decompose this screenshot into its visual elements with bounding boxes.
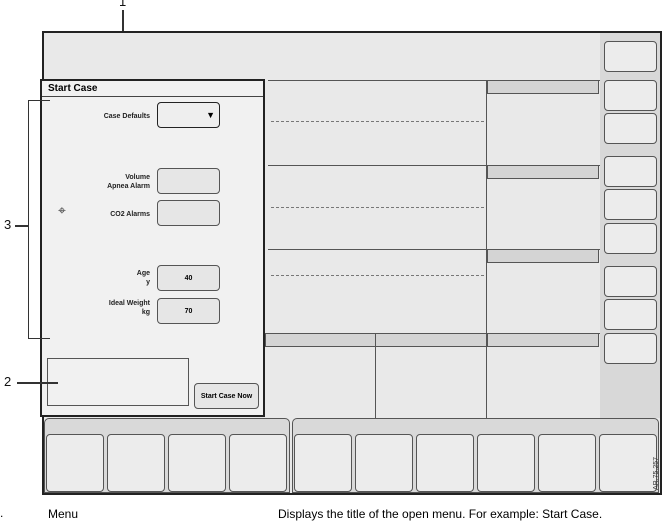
- bottom-button[interactable]: [46, 434, 104, 492]
- waveform-baseline: [271, 121, 484, 122]
- side-button[interactable]: [604, 266, 657, 297]
- caption-description: Displays the title of the open menu. For…: [278, 507, 603, 521]
- volume-apnea-label: Volume Apnea Alarm: [107, 174, 150, 190]
- bottom-button[interactable]: [229, 434, 287, 492]
- value-panel-header: [487, 249, 599, 263]
- weight-label: Ideal Weight kg: [50, 299, 150, 317]
- age-field[interactable]: 40: [157, 265, 220, 291]
- waveform-baseline: [271, 275, 484, 276]
- age-unit: y: [146, 279, 150, 286]
- volume-apnea-field[interactable]: [157, 168, 220, 194]
- chevron-down-icon: ▼: [206, 110, 215, 120]
- co2-alarms-label: CO2 Alarms: [110, 211, 150, 218]
- side-button[interactable]: [604, 223, 657, 254]
- waveform-baseline: [271, 207, 484, 208]
- value-panel-header: [487, 80, 599, 94]
- co2-alarms-field[interactable]: [157, 200, 220, 226]
- weight-unit: kg: [141, 309, 150, 316]
- message-area: [47, 358, 189, 406]
- bottom-button[interactable]: [477, 434, 535, 492]
- value-panel-header: [487, 165, 599, 179]
- bottom-panel-header: [265, 333, 376, 347]
- callout-3-bracket: [28, 100, 50, 339]
- case-defaults-dropdown[interactable]: ▼: [157, 102, 220, 128]
- bottom-button[interactable]: [294, 434, 352, 492]
- age-label-text: Age: [136, 270, 150, 277]
- callout-2-line: [17, 382, 58, 384]
- side-button[interactable]: [604, 156, 657, 187]
- menu-title: Start Case: [42, 81, 263, 97]
- bottom-button[interactable]: [355, 434, 413, 492]
- bottom-button[interactable]: [416, 434, 474, 492]
- bottom-button[interactable]: [599, 434, 657, 492]
- callout-1: 1: [119, 0, 127, 9]
- start-case-now-button[interactable]: Start Case Now: [194, 383, 259, 409]
- figure-id: AR.75.257: [653, 456, 661, 491]
- callout-3-line: [15, 225, 28, 227]
- bottom-panel-header: [375, 333, 487, 347]
- side-button[interactable]: [604, 299, 657, 330]
- bottom-button[interactable]: [168, 434, 226, 492]
- side-button[interactable]: [604, 80, 657, 111]
- case-defaults-label: Case Defaults: [103, 113, 150, 120]
- side-button[interactable]: [604, 189, 657, 220]
- caption-term: Menu: [48, 507, 79, 521]
- bottom-panel-header: [487, 333, 599, 347]
- side-button[interactable]: [604, 41, 657, 72]
- age-label: Age y: [50, 269, 150, 287]
- weight-field[interactable]: 70: [157, 298, 220, 324]
- bottom-button[interactable]: [538, 434, 596, 492]
- weight-label-text: Ideal Weight: [108, 300, 150, 307]
- bottom-button[interactable]: [107, 434, 165, 492]
- side-button[interactable]: [604, 113, 657, 144]
- callout-2: 2: [4, 374, 12, 389]
- callout-3: 3: [4, 217, 12, 232]
- start-case-menu: Start Case Case Defaults ▼ Volume Apnea …: [40, 79, 265, 417]
- caption-bullet: .: [0, 506, 4, 520]
- side-button[interactable]: [604, 333, 657, 364]
